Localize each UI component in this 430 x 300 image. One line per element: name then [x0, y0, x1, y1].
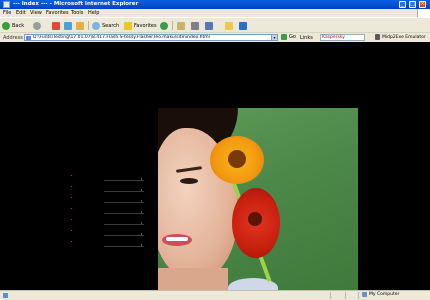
- search-label: Search: [102, 22, 120, 29]
- home-button[interactable]: [76, 21, 86, 30]
- nav-bullet[interactable]: [71, 197, 72, 198]
- zone-label: My Computer: [369, 292, 400, 297]
- nav-item-line[interactable]: [104, 191, 144, 192]
- toolbar: Back Search Favorites: [0, 17, 430, 32]
- back-button[interactable]: Back: [2, 21, 24, 30]
- nav-bullet[interactable]: [71, 208, 72, 209]
- nav-item-tick: [141, 222, 142, 224]
- stop-button[interactable]: [52, 21, 62, 30]
- forward-arrow-icon: [33, 21, 41, 30]
- favorites-button[interactable]: Favorites: [124, 21, 157, 30]
- go-arrow-icon: [281, 34, 287, 40]
- nav-item-tick: [141, 189, 142, 191]
- nav-item-tick: [141, 211, 142, 213]
- page-content: [0, 42, 430, 290]
- links-button[interactable]: Links: [300, 35, 313, 41]
- nav-item-tick: [141, 178, 142, 180]
- mail-button[interactable]: [177, 21, 187, 30]
- maximize-button[interactable]: □: [409, 1, 416, 8]
- security-zone: My Computer: [362, 292, 399, 297]
- title-bar: --- Index --- - Microsoft Internet Explo…: [0, 0, 430, 9]
- folder-button[interactable]: [225, 21, 235, 30]
- messenger-icon: [239, 21, 247, 30]
- computer-icon: [362, 292, 367, 297]
- toolbar-divider: [172, 21, 173, 30]
- menu-tools[interactable]: Tools: [71, 10, 83, 16]
- print-icon: [191, 21, 199, 30]
- nav-bullet[interactable]: [71, 175, 72, 176]
- go-label: Go: [289, 34, 296, 40]
- back-arrow-icon: [2, 21, 10, 30]
- emulator-button[interactable]: Midp2Exe Emulator: [375, 34, 426, 40]
- nav-item-line[interactable]: [104, 224, 144, 225]
- menu-edit[interactable]: Edit: [16, 10, 26, 16]
- print-button[interactable]: [191, 21, 201, 30]
- search-icon: [92, 21, 100, 30]
- address-dropdown-button[interactable]: ▾: [271, 34, 278, 41]
- nav-bullet[interactable]: [71, 241, 72, 242]
- edit-button[interactable]: [205, 21, 215, 30]
- edit-icon: [205, 21, 213, 30]
- windows-logo-icon: [417, 9, 430, 17]
- ie-icon: [3, 1, 10, 8]
- menu-view[interactable]: View: [30, 10, 42, 16]
- window-title: --- Index --- - Microsoft Internet Explo…: [13, 1, 139, 7]
- menu-help[interactable]: Help: [88, 10, 99, 16]
- address-label: Address: [3, 35, 23, 41]
- menu-file[interactable]: File: [3, 10, 11, 16]
- search-button[interactable]: Search: [92, 21, 119, 30]
- history-icon: [160, 21, 168, 30]
- back-label: Back: [12, 22, 25, 29]
- nav-bullet[interactable]: [71, 186, 72, 187]
- nav-item-tick: [141, 200, 142, 202]
- forward-button[interactable]: [33, 21, 43, 30]
- nav-item-tick: [141, 244, 142, 246]
- nav-item-line[interactable]: [104, 235, 144, 236]
- address-value: D:\Funts\Testing\17.01.07\8.417.Flash.S-…: [33, 35, 210, 40]
- home-icon: [76, 21, 84, 30]
- nav-bullet[interactable]: [71, 219, 72, 220]
- woman-with-flowers-image: [158, 108, 358, 290]
- page-icon: [26, 36, 31, 40]
- history-button[interactable]: [160, 21, 170, 30]
- address-bar: Address D:\Funts\Testing\17.01.07\8.417.…: [0, 32, 430, 42]
- emulator-label: Midp2Exe Emulator: [382, 34, 426, 40]
- menu-favorites[interactable]: Favorites: [46, 10, 69, 16]
- kaspersky-toolbar[interactable]: Kaspersky: [320, 34, 365, 41]
- toolbar-divider: [88, 21, 89, 30]
- stop-icon: [52, 21, 60, 30]
- done-page-icon: [3, 293, 8, 298]
- nav-item-line[interactable]: [104, 180, 144, 181]
- go-button[interactable]: Go: [281, 34, 296, 40]
- nav-item-tick: [141, 233, 142, 235]
- star-icon: [124, 21, 132, 30]
- mail-icon: [177, 21, 185, 30]
- menu-bar: File Edit View Favorites Tools Help: [0, 9, 430, 17]
- refresh-button[interactable]: [64, 21, 74, 30]
- folder-icon: [225, 21, 233, 30]
- nav-item-line[interactable]: [104, 213, 144, 214]
- nav-item-line[interactable]: [104, 246, 144, 247]
- refresh-icon: [64, 21, 72, 30]
- status-bar: My Computer: [0, 290, 430, 300]
- close-button[interactable]: ×: [419, 1, 426, 8]
- phone-icon: [375, 34, 380, 40]
- address-input[interactable]: D:\Funts\Testing\17.01.07\8.417.Flash.S-…: [24, 34, 276, 41]
- messenger-button[interactable]: [239, 21, 249, 30]
- minimize-button[interactable]: _: [399, 1, 406, 8]
- nav-item-line[interactable]: [104, 202, 144, 203]
- favorites-label: Favorites: [134, 22, 157, 29]
- nav-bullet[interactable]: [71, 230, 72, 231]
